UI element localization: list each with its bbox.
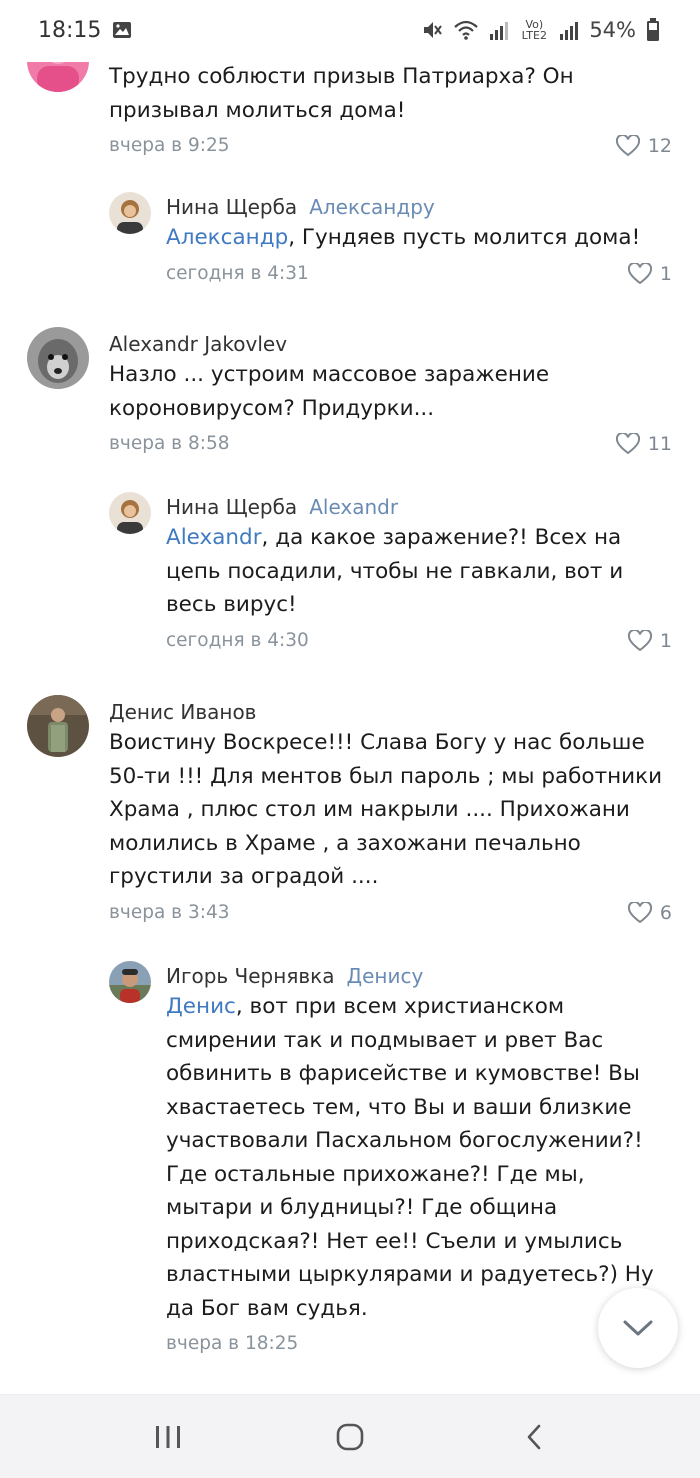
back-icon xyxy=(527,1424,541,1450)
comment-body: Трудно соблюсти призыв Патриарха? Он при… xyxy=(109,60,672,163)
comment-meta: сегодня в 4:30 1 xyxy=(166,624,672,658)
mention-link[interactable]: Денис xyxy=(166,994,236,1019)
comment-time: сегодня в 4:31 xyxy=(166,262,309,284)
network-label: Vo) LTE2 xyxy=(521,18,547,42)
comment-time: вчера в 8:58 xyxy=(109,433,230,454)
comment-author[interactable]: Денис Иванов xyxy=(109,700,256,724)
status-time: 18:15 xyxy=(38,18,102,43)
navigation-bar xyxy=(0,1394,700,1478)
comment-meta: вчера в 8:58 11 xyxy=(109,427,672,461)
recent-apps-icon xyxy=(156,1426,180,1448)
comment-author[interactable]: Нина Щерба xyxy=(166,195,297,219)
recent-apps-button[interactable] xyxy=(148,1417,188,1457)
mention-link[interactable]: Александр xyxy=(166,225,288,250)
comment-text-body: , Гундяев пусть молится дома! xyxy=(288,225,641,250)
like-button[interactable]: 12 xyxy=(615,129,672,163)
heart-icon xyxy=(627,629,652,651)
like-count: 11 xyxy=(647,433,672,455)
back-button[interactable] xyxy=(514,1417,554,1457)
signal-icon xyxy=(560,22,579,40)
battery-icon xyxy=(647,18,659,41)
comment-author[interactable]: Игорь Чернявка xyxy=(166,964,335,988)
wifi-icon xyxy=(454,20,479,40)
comment-meta: вчера в 18:25 xyxy=(166,1327,672,1361)
status-icons: Vo) LTE2 54% xyxy=(421,18,660,42)
comment-author-line: Игорь Чернявка Денису xyxy=(166,962,672,990)
comment-meta: вчера в 3:43 6 xyxy=(109,896,672,930)
comment-meta: вчера в 9:25 12 xyxy=(109,129,672,163)
comment-body: Alexandr Jakovlev Назло ... устроим масс… xyxy=(109,330,672,461)
comment-text: Александр, Гундяев пусть молится дома! xyxy=(166,221,672,255)
reply-to-link[interactable]: Alexandr xyxy=(309,495,398,519)
comment-body: Денис Иванов Воистину Воскресе!!! Слава … xyxy=(109,698,672,930)
comment-author-line: Нина Щерба Александру xyxy=(166,193,672,221)
like-count: 1 xyxy=(659,629,672,652)
comment-body: Нина Щерба Александру Александр, Гундяев … xyxy=(166,193,672,291)
avatar[interactable] xyxy=(109,492,151,534)
image-icon xyxy=(113,22,131,38)
comment-author[interactable]: Alexandr Jakovlev xyxy=(109,332,287,356)
signal-icon xyxy=(490,22,509,40)
comment-time: сегодня в 4:30 xyxy=(166,629,309,651)
heart-icon xyxy=(615,433,640,455)
heart-icon xyxy=(627,262,652,284)
heart-icon xyxy=(615,135,640,157)
like-count: 1 xyxy=(659,262,672,285)
scroll-down-button[interactable] xyxy=(598,1288,678,1368)
comment-author[interactable]: Нина Щерба xyxy=(166,495,297,519)
comment-author-line: Денис Иванов xyxy=(109,698,672,726)
battery-percent: 54% xyxy=(589,18,636,42)
avatar[interactable] xyxy=(109,961,151,1003)
comment-time: вчера в 18:25 xyxy=(166,1333,299,1354)
like-button[interactable]: 1 xyxy=(627,624,672,658)
status-bar: 18:15 Vo) LTE2 54% xyxy=(0,0,700,62)
comment-body: Нина Щерба Alexandr Alexandr, да какое за… xyxy=(166,493,672,658)
like-count: 6 xyxy=(659,901,672,924)
reply-to-link[interactable]: Денису xyxy=(347,964,424,988)
reply-to-link[interactable]: Александру xyxy=(309,195,435,219)
avatar[interactable] xyxy=(109,192,151,234)
comment-text: Денис, вот при всем христианском смирени… xyxy=(166,990,672,1325)
avatar[interactable] xyxy=(27,695,89,757)
comment-text-body: , вот при всем христианском смирении так… xyxy=(166,994,654,1321)
heart-icon xyxy=(627,901,652,923)
comment-time: вчера в 9:25 xyxy=(109,135,230,156)
comment-text: Трудно соблюсти призыв Патриарха? Он при… xyxy=(109,64,574,123)
mention-link[interactable]: Alexandr xyxy=(166,525,262,550)
comment-text: Alexandr, да какое заражение?! Всех на ц… xyxy=(166,521,672,622)
home-icon xyxy=(336,1423,364,1451)
chevron-down-icon xyxy=(623,1320,653,1336)
comment-author-line: Нина Щерба Alexandr xyxy=(166,493,672,521)
comment-meta: сегодня в 4:31 1 xyxy=(166,257,672,291)
comment-text: Назло ... устроим массовое заражение кор… xyxy=(109,362,550,421)
comment-author-line: Alexandr Jakovlev xyxy=(109,330,672,358)
mute-icon xyxy=(424,22,443,38)
like-button[interactable]: 11 xyxy=(615,427,672,461)
comment-text: Воистину Воскресе!!! Слава Богу у нас бо… xyxy=(109,730,663,889)
comment-body: Игорь Чернявка Денису Денис, вот при всем… xyxy=(166,962,672,1361)
like-button[interactable]: 1 xyxy=(627,257,672,291)
avatar[interactable] xyxy=(27,327,89,389)
like-count: 12 xyxy=(647,135,672,157)
home-button[interactable] xyxy=(330,1417,370,1457)
comment-time: вчера в 3:43 xyxy=(109,901,230,923)
like-button[interactable]: 6 xyxy=(627,896,672,930)
